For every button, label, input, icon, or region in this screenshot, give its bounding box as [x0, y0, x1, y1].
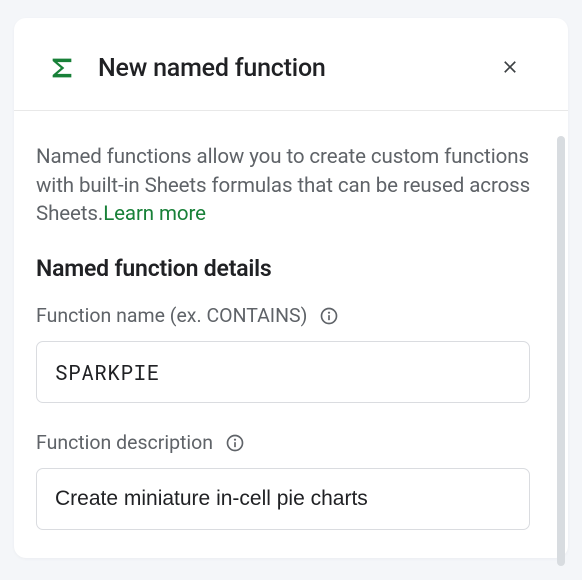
function-description-label: Function description	[36, 431, 538, 454]
scrollbar[interactable]	[557, 136, 565, 566]
intro-description: Named functions allow you to create cust…	[36, 143, 538, 229]
panel-title: New named function	[98, 54, 490, 83]
close-icon	[500, 57, 520, 80]
info-icon[interactable]	[225, 433, 245, 453]
named-function-panel: New named function Named functions allow…	[14, 18, 568, 558]
panel-header: New named function	[14, 18, 568, 111]
panel-content: Named functions allow you to create cust…	[14, 111, 568, 559]
info-icon[interactable]	[319, 306, 339, 326]
sigma-icon	[48, 54, 76, 82]
learn-more-link[interactable]: Learn more	[103, 202, 206, 226]
function-name-label: Function name (ex. CONTAINS)	[36, 304, 538, 327]
function-description-label-text: Function description	[36, 431, 213, 454]
function-description-input[interactable]	[36, 468, 530, 530]
close-button[interactable]	[490, 48, 530, 88]
function-name-input[interactable]	[36, 341, 530, 403]
section-title: Named function details	[36, 255, 538, 282]
function-name-label-text: Function name (ex. CONTAINS)	[36, 304, 307, 327]
